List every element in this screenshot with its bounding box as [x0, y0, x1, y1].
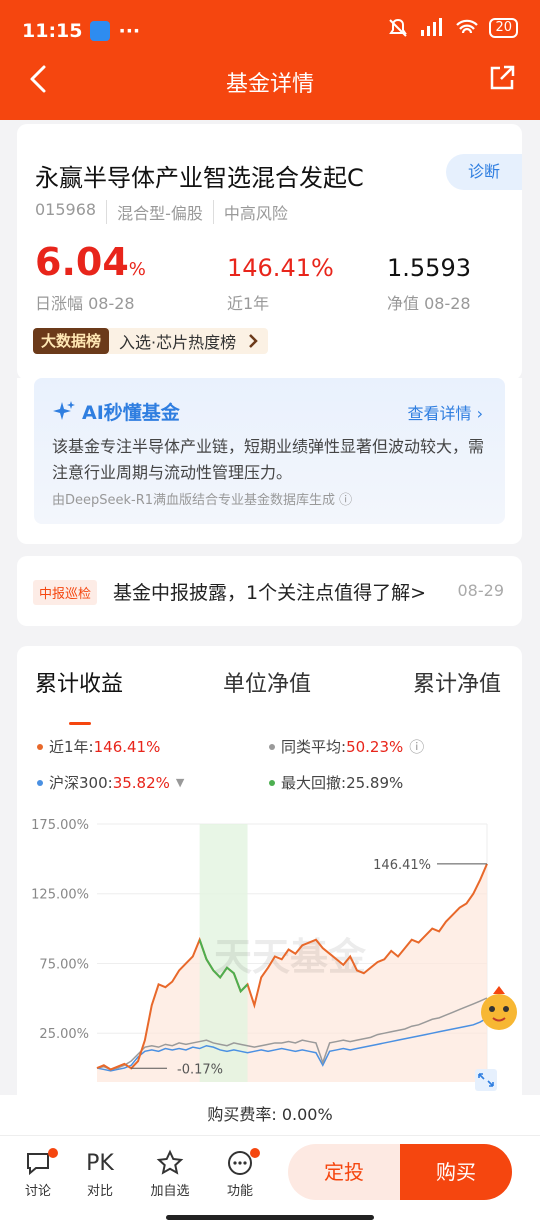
year-return-value: 146.41%	[227, 254, 334, 282]
fund-meta: 015968 混合型-偏股 中高风险	[35, 200, 308, 224]
report-text: 基金中报披露，1个关注点值得了解>	[113, 582, 427, 604]
report-tag: 中报巡检	[33, 580, 98, 605]
bigdata-text: 入选·芯片热度榜	[119, 333, 237, 352]
ai-footnote: 由DeepSeek-R1满血版结合专业基金数据库生成 ⓘ	[52, 493, 353, 508]
notification-dot	[250, 1148, 260, 1158]
mute-icon	[389, 18, 408, 37]
discuss-button[interactable]: 讨论	[8, 1146, 68, 1199]
nav-label: 净值 08-28	[387, 294, 471, 313]
year-return-label: 近1年	[227, 294, 270, 313]
status-bar-left: 11:15 ···	[22, 20, 140, 42]
share-icon[interactable]	[488, 64, 516, 92]
battery-indicator: 20	[489, 18, 518, 38]
day-change-value: 6.04%	[35, 240, 146, 284]
compare-button[interactable]: PK 对比	[70, 1146, 130, 1200]
legend-csi300[interactable]: 沪深300: 35.82% ▼	[37, 772, 184, 793]
y-tick-label: 75.00%	[39, 957, 89, 972]
status-time: 11:15	[22, 20, 83, 42]
ai-body-text: 该基金专注半导体产业链，短期业绩弹性显著但波动较大，需注意行业周期与流动性管理压…	[52, 437, 485, 482]
status-more: ···	[118, 20, 141, 42]
return-chart[interactable]: 175.00% 125.00% 75.00% 25.00% 天天基金 146.41% -0.…	[17, 812, 522, 1095]
signal-icon	[421, 18, 443, 36]
report-date: 08-29	[457, 581, 505, 600]
ai-more-link[interactable]: 查看详情 ›	[408, 400, 484, 424]
notification-dot	[48, 1148, 58, 1158]
max-annotation: 146.41%	[373, 858, 431, 873]
legend-fund: 近1年: 146.41%	[37, 736, 160, 757]
wifi-icon	[456, 19, 479, 34]
purchase-fee: 购买费率: 0.00%	[0, 1095, 540, 1135]
nav-value: 1.5593	[387, 254, 471, 282]
legend-peer-average: 同类平均: 50.23% ⓘ	[269, 736, 424, 757]
home-indicator	[166, 1215, 374, 1220]
bigdata-ranking-banner[interactable]: 大数据榜 入选·芯片热度榜	[33, 328, 269, 354]
legend-max-drawdown: 最大回撤: 25.89%	[269, 772, 403, 793]
buy-button[interactable]: 购买	[400, 1144, 512, 1200]
dropdown-icon: ▼	[175, 776, 185, 789]
report-notice-card[interactable]: 中报巡检 基金中报披露，1个关注点值得了解> 08-29	[17, 556, 522, 626]
tab-cumulative-return[interactable]: 累计收益	[35, 666, 123, 698]
info-icon: ⓘ	[409, 738, 425, 756]
y-tick-label: 125.00%	[31, 888, 89, 903]
ai-summary-card[interactable]: AI秒懂基金 查看详情 › 该基金专注半导体产业链，短期业绩弹性显著但波动较大，…	[34, 378, 505, 524]
fund-code: 015968	[35, 200, 108, 224]
fund-type: 混合型-偏股	[117, 200, 214, 224]
chevron-right-icon	[249, 334, 258, 348]
y-tick-label: 25.00%	[39, 1027, 89, 1042]
tab-unit-nav[interactable]: 单位净值	[223, 666, 311, 698]
sparkle-icon	[53, 400, 75, 420]
functions-button[interactable]: 功能	[210, 1146, 270, 1199]
expand-icon	[475, 1069, 497, 1091]
bigdata-tag: 大数据榜	[33, 328, 110, 354]
watermark: 天天基金	[214, 935, 367, 979]
fund-risk: 中高风险	[223, 204, 288, 223]
day-change-label: 日涨幅 08-28	[35, 294, 135, 313]
ai-title: AI秒懂基金	[52, 398, 180, 425]
add-favorite-button[interactable]: 加自选	[140, 1146, 200, 1199]
diagnose-button[interactable]: 诊断	[446, 154, 522, 190]
min-annotation: -0.17%	[177, 1062, 223, 1077]
fund-summary-card: 永赢半导体产业智选混合发起C 诊断 015968 混合型-偏股 中高风险 6.0…	[17, 124, 522, 380]
sip-button[interactable]: 定投	[288, 1144, 400, 1200]
star-icon	[156, 1149, 184, 1175]
fund-name: 永赢半导体产业智选混合发起C	[35, 164, 364, 192]
y-tick-label: 175.00%	[31, 818, 89, 833]
pk-icon: PK	[86, 1150, 114, 1176]
page-title: 基金详情	[225, 72, 314, 97]
tab-cumulative-nav[interactable]: 累计净值	[413, 666, 501, 698]
header: 11:15 ··· 20 基金详情	[0, 0, 540, 120]
active-tab-underline	[69, 722, 91, 725]
status-bar-right: 20	[387, 18, 518, 38]
app-notification-icon	[90, 21, 111, 41]
